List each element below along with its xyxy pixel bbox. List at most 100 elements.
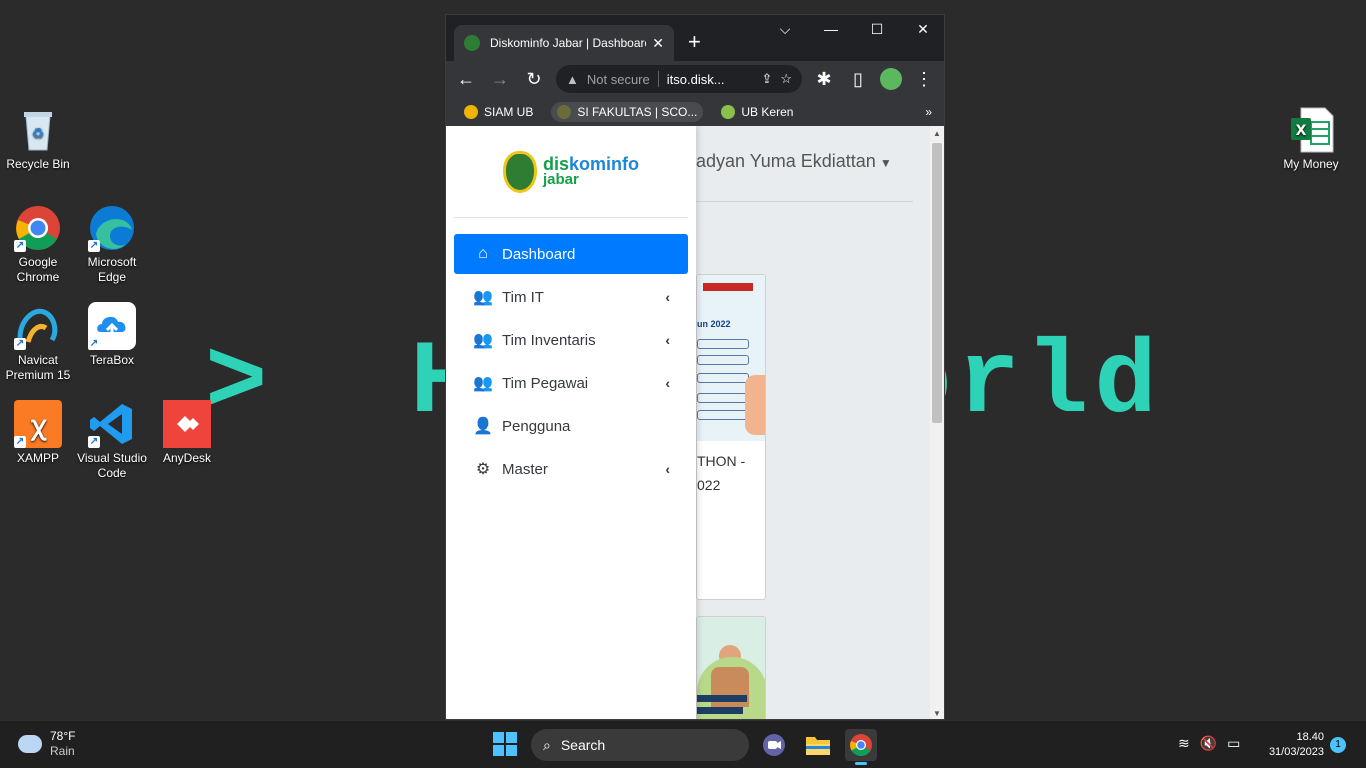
browser-toolbar: ← → ↻ ▲ Not secure itso.disk... ⇪ ☆ ✱ ▯ … xyxy=(446,61,944,97)
sidebar-item-master[interactable]: ⚙ Master ‹ xyxy=(454,449,688,489)
users-icon: 👥 xyxy=(473,289,493,306)
taskbar-chrome[interactable] xyxy=(845,729,877,765)
tab-title: Diskominfo Jabar | Dashboard xyxy=(490,36,647,50)
tab-dashboard[interactable]: Diskominfo Jabar | Dashboard ✕ xyxy=(454,25,674,61)
menu-kebab-icon[interactable]: ⋮ xyxy=(912,69,936,90)
shortcut-arrow-icon: ↗ xyxy=(14,436,26,448)
shortcut-arrow-icon: ↗ xyxy=(88,436,100,448)
card-poster-image: un 2022 xyxy=(697,275,765,441)
desktop-icon-vscode[interactable]: ↗ Visual Studio Code xyxy=(74,400,150,481)
reload-icon[interactable]: ↻ xyxy=(522,69,546,90)
teams-chat-icon xyxy=(763,734,785,756)
minimize-button[interactable]: — xyxy=(816,21,846,37)
home-icon: ⌂ xyxy=(478,245,488,262)
chevron-left-icon: ‹ xyxy=(665,332,670,348)
sidebar-menu: ⌂ Dashboard 👥 Tim IT ‹ 👥 Tim Inventaris … xyxy=(446,218,696,508)
scroll-down-icon[interactable]: ▼ xyxy=(933,709,941,718)
taskbar-file-explorer[interactable] xyxy=(802,729,834,761)
desktop-icon-terabox[interactable]: ↗ TeraBox xyxy=(74,302,150,368)
start-button[interactable] xyxy=(493,732,517,756)
anydesk-icon xyxy=(163,400,211,448)
sidebar-item-tim-it[interactable]: 👥 Tim IT ‹ xyxy=(454,277,688,317)
system-tray: ≋ 🔇 ▭ xyxy=(1178,735,1240,752)
shortcut-arrow-icon: ↗ xyxy=(14,338,26,350)
bookmark-favicon-icon xyxy=(721,104,736,119)
bookmark-si-fakultas[interactable]: SI FAKULTAS | SCO... xyxy=(551,101,704,122)
bookmark-favicon-icon xyxy=(464,104,478,119)
desktop-icon-google-chrome[interactable]: ↗ Google Chrome xyxy=(0,204,76,285)
desktop-icon-anydesk[interactable]: AnyDesk xyxy=(149,400,225,466)
card-caption: THON - 022 xyxy=(697,453,746,493)
user-dropdown[interactable]: adyan Yuma Ekdiattan ▼ xyxy=(696,151,892,172)
desktop-icon-navicat[interactable]: ↗ Navicat Premium 15 xyxy=(0,302,76,383)
close-tab-icon[interactable]: ✕ xyxy=(652,35,664,52)
bookmark-ub-keren[interactable]: UB Keren xyxy=(715,102,799,122)
maximize-button[interactable]: ☐ xyxy=(862,21,892,38)
user-plus-icon: 👤 xyxy=(473,418,493,435)
divider xyxy=(696,201,913,202)
gear-icon: ⚙ xyxy=(475,461,491,478)
news-card[interactable] xyxy=(696,616,766,719)
users-icon: 👥 xyxy=(473,375,493,392)
bookmark-star-icon[interactable]: ☆ xyxy=(780,71,792,87)
page-scrollbar[interactable]: ▲ ▼ xyxy=(930,126,944,719)
security-label: Not secure xyxy=(586,71,650,87)
tab-search-icon[interactable]: ⌵ xyxy=(770,21,800,38)
desktop-icon-my-money[interactable]: X My Money xyxy=(1273,106,1349,172)
svg-text:X: X xyxy=(1296,123,1307,139)
share-icon[interactable]: ⇪ xyxy=(761,71,772,87)
shortcut-arrow-icon: ↗ xyxy=(88,338,100,350)
notification-badge[interactable]: 1 xyxy=(1330,737,1346,753)
bookmark-siam-ub[interactable]: SIAM UB xyxy=(458,102,539,122)
chrome-icon xyxy=(850,734,872,756)
sidebar: diskominfo jabar ⌂ Dashboard 👥 Tim IT ‹ … xyxy=(446,126,696,719)
more-bookmarks-icon[interactable]: » xyxy=(925,105,932,119)
sidebar-item-dashboard[interactable]: ⌂ Dashboard xyxy=(454,234,688,274)
clock[interactable]: 18.40 31/03/2023 xyxy=(1258,730,1324,760)
weather-widget[interactable]: 78°F Rain xyxy=(18,729,75,759)
caret-down-icon: ▼ xyxy=(879,156,892,170)
volume-muted-icon[interactable]: 🔇 xyxy=(1200,735,1217,752)
diskominfo-logo[interactable]: diskominfo jabar xyxy=(454,126,688,218)
forward-icon[interactable]: → xyxy=(488,69,512,90)
scrollbar-thumb[interactable] xyxy=(932,143,942,423)
web-page: adyan Yuma Ekdiattan ▼ un 2022 THON - 022 xyxy=(446,126,944,719)
excel-icon: X xyxy=(1287,106,1335,154)
profile-avatar[interactable] xyxy=(880,68,902,90)
desktop-icon-xampp[interactable]: ꭓ ↗ XAMPP xyxy=(0,400,76,466)
warning-icon: ▲ xyxy=(566,71,579,87)
battery-icon[interactable]: ▭ xyxy=(1227,735,1240,752)
taskbar: 78°F Rain ⌕ Search ≋ 🔇 ▭ 18.40 31/03/202… xyxy=(0,720,1366,768)
bookmarks-bar: SIAM UB SI FAKULTAS | SCO... UB Keren » xyxy=(446,97,944,127)
desktop-icon-microsoft-edge[interactable]: ↗ Microsoft Edge xyxy=(74,204,150,285)
taskbar-search[interactable]: ⌕ Search xyxy=(531,729,749,761)
sidebar-item-tim-pegawai[interactable]: 👥 Tim Pegawai ‹ xyxy=(454,363,688,403)
jabar-emblem-icon xyxy=(502,150,537,193)
wifi-icon[interactable]: ≋ xyxy=(1178,735,1190,752)
chevron-left-icon: ‹ xyxy=(665,461,670,477)
address-bar[interactable]: ▲ Not secure itso.disk... ⇪ ☆ xyxy=(556,65,802,93)
folder-icon xyxy=(806,737,830,755)
rain-cloud-icon xyxy=(18,735,42,753)
taskbar-teams[interactable] xyxy=(758,729,790,761)
side-panel-icon[interactable]: ▯ xyxy=(846,69,870,90)
vscode-icon: ↗ xyxy=(88,400,136,448)
svg-text:ꭓ: ꭓ xyxy=(30,411,48,441)
navicat-icon: ↗ xyxy=(14,302,62,350)
sidebar-item-pengguna[interactable]: 👤 Pengguna xyxy=(454,406,688,446)
new-tab-button[interactable]: + xyxy=(688,29,701,55)
news-card[interactable]: un 2022 THON - 022 xyxy=(696,274,766,600)
sidebar-item-tim-inventaris[interactable]: 👥 Tim Inventaris ‹ xyxy=(454,320,688,360)
terabox-icon: ↗ xyxy=(88,302,136,350)
close-window-button[interactable]: ✕ xyxy=(908,21,938,38)
card-poster-image xyxy=(697,617,765,719)
scroll-up-icon[interactable]: ▲ xyxy=(933,129,941,138)
desktop-icon-recycle-bin[interactable]: ♻ Recycle Bin xyxy=(0,106,76,172)
chevron-left-icon: ‹ xyxy=(665,375,670,391)
back-icon[interactable]: ← xyxy=(454,69,478,90)
tab-bar: Diskominfo Jabar | Dashboard ✕ + ⌵ — ☐ ✕ xyxy=(446,15,944,61)
svg-text:♻: ♻ xyxy=(32,126,45,142)
extensions-icon[interactable]: ✱ xyxy=(812,69,836,90)
divider xyxy=(657,71,659,87)
browser-window: Diskominfo Jabar | Dashboard ✕ + ⌵ — ☐ ✕… xyxy=(445,14,945,720)
